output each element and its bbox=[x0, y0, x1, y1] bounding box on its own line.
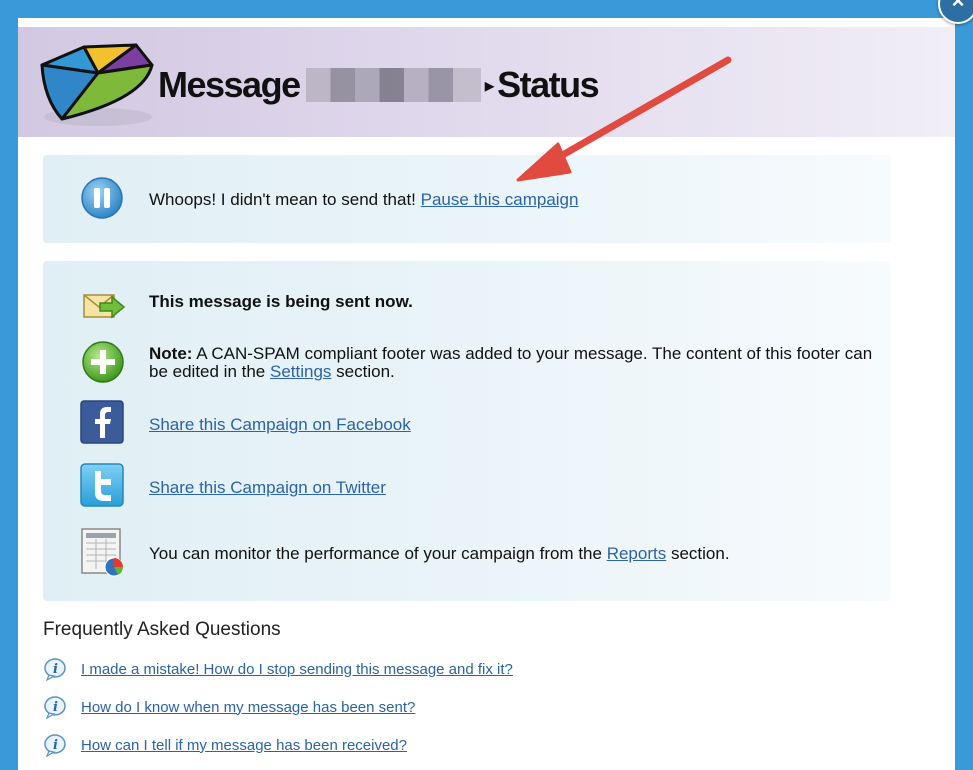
twitter-share-link[interactable]: Share this Campaign on Twitter bbox=[149, 478, 386, 497]
status-panel: This message is being sent now. Note: A … bbox=[43, 261, 891, 601]
info-bubble-icon: i bbox=[44, 734, 66, 757]
facebook-share-link[interactable]: Share this Campaign on Facebook bbox=[149, 415, 411, 434]
note-suffix: section. bbox=[336, 362, 395, 381]
pause-campaign-link[interactable]: Pause this campaign bbox=[421, 190, 579, 209]
note-text: A CAN-SPAM compliant footer was added to… bbox=[149, 344, 873, 381]
reports-link[interactable]: Reports bbox=[607, 544, 667, 563]
pause-message: Whoops! I didn't mean to send that! Paus… bbox=[149, 191, 578, 209]
info-bubble-icon: i bbox=[44, 658, 66, 681]
reports-text: You can monitor the performance of your … bbox=[149, 544, 602, 563]
twitter-share-row: Share this Campaign on Twitter bbox=[149, 479, 386, 497]
faq-link[interactable]: How do I know when my message has been s… bbox=[81, 699, 415, 716]
svg-text:i: i bbox=[53, 662, 58, 677]
pause-panel: Whoops! I didn't mean to send that! Paus… bbox=[43, 155, 891, 243]
svg-text:i: i bbox=[53, 738, 58, 753]
title-prefix: Message bbox=[158, 64, 301, 105]
faq-link[interactable]: How can I tell if my message has been re… bbox=[81, 737, 407, 754]
note-label: Note: bbox=[149, 344, 193, 363]
footer-note: Note: A CAN-SPAM compliant footer was ad… bbox=[149, 345, 889, 381]
svg-text:i: i bbox=[53, 700, 58, 715]
redacted-message-name bbox=[305, 68, 481, 102]
app-logo-icon bbox=[40, 43, 154, 126]
report-spreadsheet-icon bbox=[81, 528, 124, 577]
status-header: Message ▸ Status bbox=[18, 27, 955, 137]
settings-link[interactable]: Settings bbox=[270, 362, 331, 381]
facebook-share-row: Share this Campaign on Facebook bbox=[149, 416, 411, 434]
faq-heading: Frequently Asked Questions bbox=[43, 619, 281, 640]
annotation-arrow-icon bbox=[516, 56, 732, 182]
modal-frame-left bbox=[0, 18, 18, 770]
sending-status: This message is being sent now. bbox=[149, 292, 413, 311]
reports-row: You can monitor the performance of your … bbox=[149, 545, 730, 563]
facebook-icon[interactable] bbox=[80, 400, 124, 444]
twitter-icon[interactable] bbox=[80, 463, 124, 507]
breadcrumb-caret-icon: ▸ bbox=[484, 74, 495, 97]
modal-frame-right bbox=[955, 18, 973, 770]
faq-item: i How can I tell if my message has been … bbox=[43, 733, 407, 757]
plus-circle-icon bbox=[82, 341, 124, 383]
faq-item: i I made a mistake! How do I stop sendin… bbox=[43, 657, 513, 681]
faq-item: i How do I know when my message has been… bbox=[43, 695, 415, 719]
faq-link[interactable]: I made a mistake! How do I stop sending … bbox=[81, 661, 513, 678]
reports-suffix: section. bbox=[670, 544, 730, 563]
info-bubble-icon: i bbox=[44, 696, 66, 719]
envelope-send-icon bbox=[83, 294, 126, 319]
pause-text: Whoops! I didn't mean to send that! bbox=[149, 190, 416, 209]
pause-icon[interactable] bbox=[80, 176, 124, 220]
